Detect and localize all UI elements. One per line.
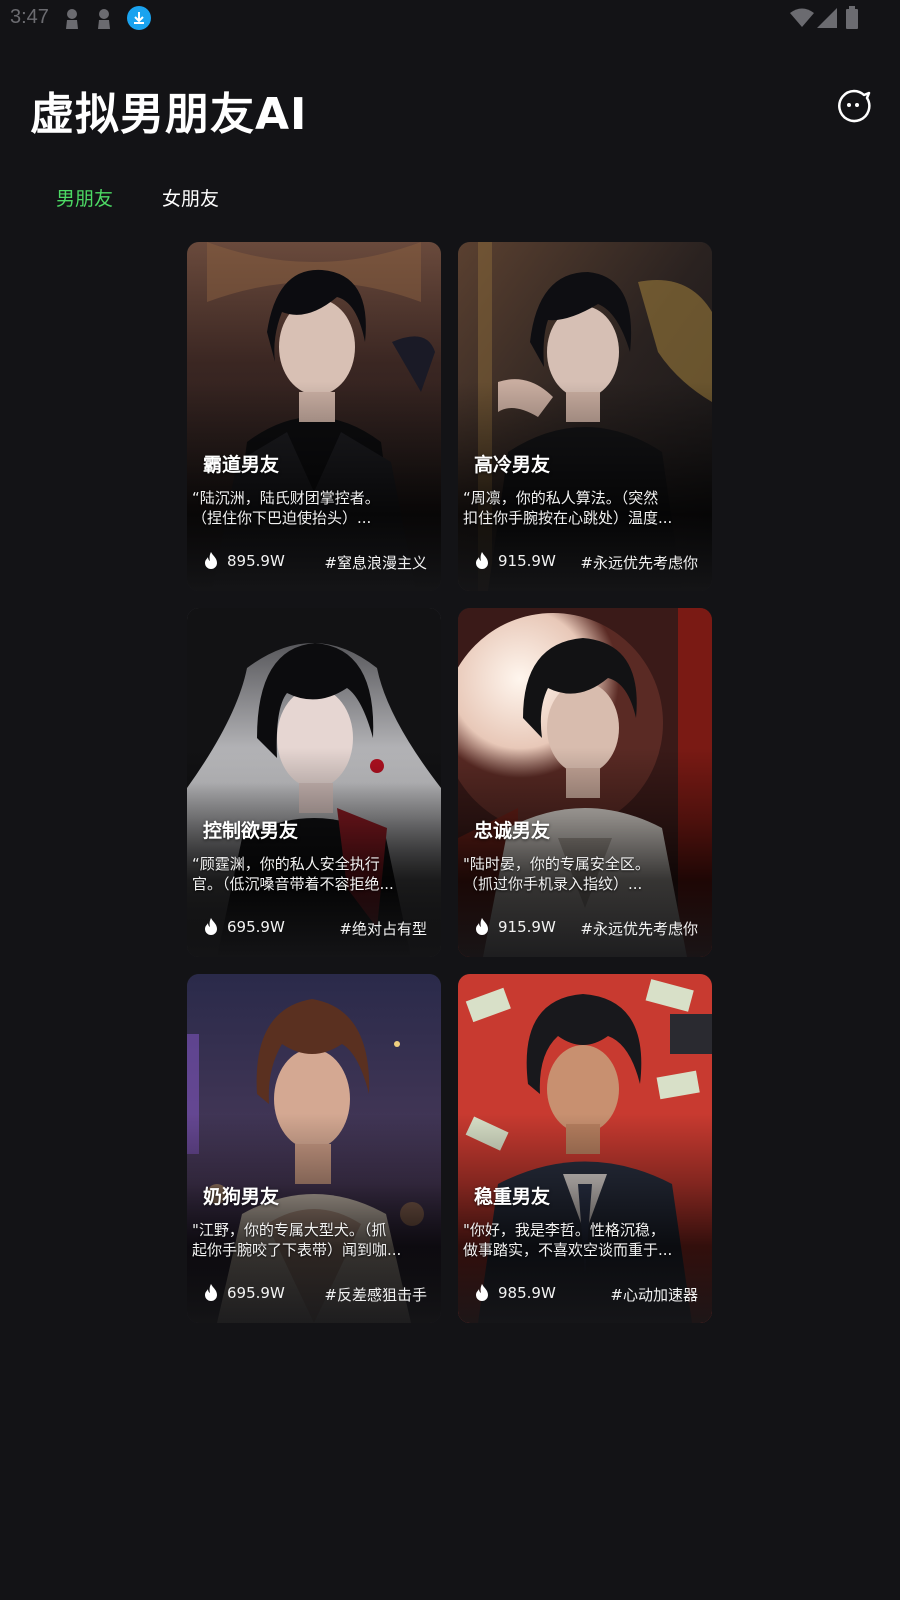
card-title: 控制欲男友 bbox=[203, 820, 299, 842]
card-description-line: 做事踏实，不喜欢空谈而重于... bbox=[463, 1241, 673, 1259]
card-overlay bbox=[187, 974, 441, 1323]
character-card[interactable]: 奶狗男友 "江野，你的专属大型犬。（抓 起你手腕咬了下表带）闻到咖... 695… bbox=[187, 974, 441, 1323]
battery-icon bbox=[846, 6, 858, 29]
fire-icon bbox=[476, 552, 488, 569]
card-tag: #永远优先考虑你 bbox=[580, 554, 698, 572]
card-tag: #反差感狙击手 bbox=[324, 1286, 427, 1304]
card-description-line: （抓过你手机录入指纹）... bbox=[463, 875, 643, 893]
heat-count: 895.9W bbox=[227, 552, 285, 570]
tab-girlfriend[interactable]: 女朋友 bbox=[162, 184, 219, 211]
fire-icon bbox=[476, 1284, 488, 1301]
chat-bubble-icon bbox=[838, 89, 871, 123]
card-description: "江野，你的专属大型犬。（抓 起你手腕咬了下表带）闻到咖... bbox=[192, 1220, 436, 1260]
card-overlay bbox=[458, 608, 712, 957]
heat-count: 915.9W bbox=[498, 552, 556, 570]
character-card[interactable]: 忠诚男友 "陆时晏，你的专属安全区。 （抓过你手机录入指纹）... 915.9W… bbox=[458, 608, 712, 957]
card-description-line: （捏住你下巴迫使抬头）... bbox=[192, 509, 372, 527]
card-title: 稳重男友 bbox=[474, 1186, 551, 1208]
card-overlay bbox=[187, 608, 441, 957]
card-title: 奶狗男友 bbox=[203, 1186, 280, 1208]
card-description-line: “陆沉洲，陆氏财团掌控者。 bbox=[192, 489, 380, 507]
wifi-icon bbox=[790, 8, 814, 27]
card-tag: #永远优先考虑你 bbox=[580, 920, 698, 938]
heat-count: 985.9W bbox=[498, 1284, 556, 1302]
card-description: "陆时晏，你的专属安全区。 （抓过你手机录入指纹）... bbox=[463, 854, 707, 894]
character-card[interactable]: 稳重男友 "你好，我是李哲。性格沉稳， 做事踏实，不喜欢空谈而重于... 985… bbox=[458, 974, 712, 1323]
card-description-line: 官。（低沉嗓音带着不容拒绝... bbox=[192, 875, 394, 893]
card-title: 高冷男友 bbox=[474, 454, 551, 476]
fire-icon bbox=[205, 918, 217, 935]
card-description-line: 扣住你手腕按在心跳处）温度... bbox=[463, 509, 673, 527]
card-description-line: "陆时晏，你的专属安全区。 bbox=[463, 855, 650, 873]
card-description-line: “周凛，你的私人算法。（突然 bbox=[463, 489, 659, 507]
status-bar: 3:47 bbox=[0, 0, 900, 38]
card-description-line: 起你手腕咬了下表带）闻到咖... bbox=[192, 1241, 402, 1259]
card-overlay bbox=[187, 242, 441, 591]
card-description-line: "你好，我是李哲。性格沉稳， bbox=[463, 1221, 665, 1239]
card-tag: #绝对占有型 bbox=[339, 920, 427, 938]
card-overlay bbox=[458, 242, 712, 591]
card-description: "你好，我是李哲。性格沉稳， 做事踏实，不喜欢空谈而重于... bbox=[463, 1220, 707, 1260]
heat-count: 695.9W bbox=[227, 1284, 285, 1302]
card-description: “陆沉洲，陆氏财团掌控者。 （捏住你下巴迫使抬头）... bbox=[192, 488, 436, 528]
user-icon bbox=[98, 9, 110, 29]
user-icon bbox=[66, 9, 78, 29]
character-card[interactable]: 控制欲男友 “顾霆渊，你的私人安全执行 官。（低沉嗓音带着不容拒绝... 695… bbox=[187, 608, 441, 957]
fire-icon bbox=[205, 552, 217, 569]
card-description-line: "江野，你的专属大型犬。（抓 bbox=[192, 1221, 387, 1239]
heat-count: 695.9W bbox=[227, 918, 285, 936]
heat-count: 915.9W bbox=[498, 918, 556, 936]
character-card[interactable]: 高冷男友 “周凛，你的私人算法。（突然 扣住你手腕按在心跳处）温度... 915… bbox=[458, 242, 712, 591]
card-description: “顾霆渊，你的私人安全执行 官。（低沉嗓音带着不容拒绝... bbox=[192, 854, 436, 894]
fire-icon bbox=[476, 918, 488, 935]
card-overlay bbox=[458, 974, 712, 1323]
status-time: 3:47 bbox=[10, 6, 49, 28]
download-icon bbox=[127, 6, 151, 30]
chat-bubble-button[interactable] bbox=[836, 88, 872, 124]
signal-icon bbox=[817, 8, 837, 28]
card-title: 忠诚男友 bbox=[474, 820, 551, 842]
card-description: “周凛，你的私人算法。（突然 扣住你手腕按在心跳处）温度... bbox=[463, 488, 707, 528]
character-card[interactable]: 霸道男友 “陆沉洲，陆氏财团掌控者。 （捏住你下巴迫使抬头）... 895.9W… bbox=[187, 242, 441, 591]
fire-icon bbox=[205, 1284, 217, 1301]
card-description-line: “顾霆渊，你的私人安全执行 bbox=[192, 855, 380, 873]
tab-boyfriend[interactable]: 男朋友 bbox=[56, 184, 113, 211]
card-tag: #窒息浪漫主义 bbox=[324, 554, 427, 572]
card-title: 霸道男友 bbox=[203, 454, 280, 476]
card-tag: #心动加速器 bbox=[610, 1286, 698, 1304]
app-title: 虚拟男朋友AI bbox=[30, 89, 308, 140]
